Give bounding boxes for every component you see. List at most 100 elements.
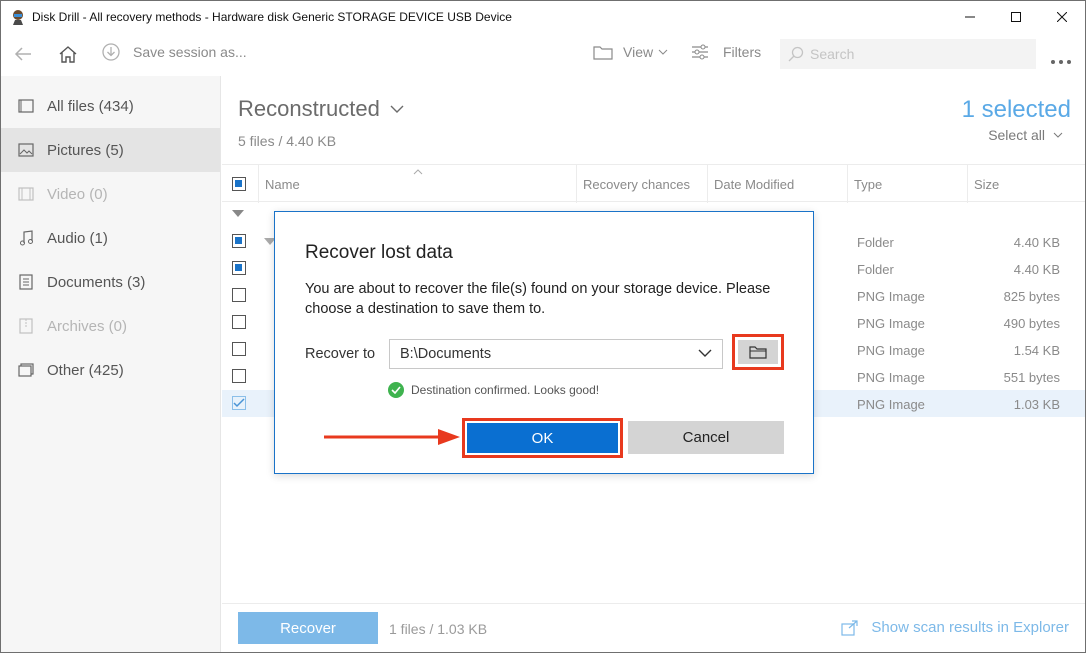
title-bar: Disk Drill - All recovery methods - Hard… <box>1 1 1085 32</box>
disk-drill-window: Disk Drill - All recovery methods - Hard… <box>0 0 1086 653</box>
search-box <box>780 39 1036 69</box>
browse-folder-button[interactable] <box>738 340 778 364</box>
row-checkbox[interactable] <box>232 342 246 356</box>
pictures-icon <box>17 141 35 159</box>
all-files-icon <box>17 97 35 115</box>
row-checkbox[interactable] <box>232 261 246 275</box>
filters-label: Filters <box>723 44 762 60</box>
sidebar-item-label: Archives (0) <box>47 317 128 335</box>
download-icon <box>102 43 120 61</box>
annotation-arrow-icon <box>324 429 460 445</box>
check-circle-icon <box>388 382 404 398</box>
row-checkbox[interactable] <box>232 369 246 383</box>
back-arrow-icon <box>14 47 31 61</box>
show-in-explorer-link[interactable]: Show scan results in Explorer <box>841 619 1069 636</box>
dialog-message: You are about to recover the file(s) fou… <box>305 281 771 317</box>
cell-type: PNG Image <box>857 289 925 304</box>
sidebar-item-all-files[interactable]: All files (434) <box>1 84 220 128</box>
folder-icon <box>749 346 767 359</box>
sidebar-item-label: Audio (1) <box>47 229 108 247</box>
recover-button[interactable]: Recover <box>238 612 378 644</box>
minimize-button[interactable] <box>947 1 993 32</box>
row-checkbox[interactable] <box>232 315 246 329</box>
row-checkbox[interactable] <box>232 288 246 302</box>
cell-size: 4.40 KB <box>1013 235 1060 250</box>
audio-icon <box>17 229 35 247</box>
files-summary: 5 files / 4.40 KB <box>238 133 337 149</box>
back-button[interactable] <box>11 42 35 66</box>
cell-type: PNG Image <box>857 370 925 385</box>
sidebar-item-other[interactable]: Other (425) <box>1 348 220 392</box>
expand-triangle-icon <box>232 210 244 217</box>
cell-size: 490 bytes <box>1003 316 1060 331</box>
cell-type: Folder <box>857 262 894 277</box>
view-title-dropdown[interactable]: Reconstructed <box>238 96 404 122</box>
chevron-down-icon <box>658 49 668 55</box>
other-icon <box>17 361 35 379</box>
cell-size: 1.03 KB <box>1013 397 1060 412</box>
sidebar-item-label: Documents (3) <box>47 273 146 291</box>
cell-size: 551 bytes <box>1003 370 1060 385</box>
toolbar: Save session as... View Filters <box>1 32 1085 76</box>
confirm-text: Destination confirmed. Looks good! <box>411 383 600 397</box>
sidebar-item-video[interactable]: Video (0) <box>1 172 220 216</box>
maximize-icon <box>1011 11 1021 22</box>
app-logo-icon <box>13 9 23 25</box>
save-session-button[interactable]: Save session as... <box>101 42 247 62</box>
video-icon <box>17 185 35 203</box>
archives-icon <box>17 317 35 335</box>
filters-button[interactable]: Filters <box>691 44 761 60</box>
close-button[interactable] <box>1039 1 1085 32</box>
sidebar-item-audio[interactable]: Audio (1) <box>1 216 220 260</box>
minimize-icon <box>965 16 975 17</box>
row-checkbox[interactable] <box>232 234 246 248</box>
view-label: View <box>623 44 654 60</box>
cell-type: PNG Image <box>857 343 925 358</box>
cell-size: 1.54 KB <box>1013 343 1060 358</box>
view-dropdown[interactable]: View <box>593 44 668 60</box>
window-title: Disk Drill - All recovery methods - Hard… <box>32 9 512 24</box>
search-input[interactable] <box>810 46 1030 62</box>
folder-view-icon <box>593 46 613 60</box>
row-checkbox[interactable] <box>232 396 246 410</box>
cancel-button[interactable]: Cancel <box>628 421 784 454</box>
save-session-label: Save session as... <box>133 44 247 60</box>
search-icon <box>788 46 804 62</box>
sidebar-item-label: Pictures (5) <box>47 141 124 159</box>
column-size[interactable]: Size <box>967 165 1085 203</box>
close-icon <box>1057 11 1067 22</box>
filters-icon <box>692 44 708 60</box>
sidebar-item-label: Other (425) <box>47 361 124 379</box>
checkmark-icon <box>233 398 245 408</box>
cell-type: PNG Image <box>857 316 925 331</box>
select-all-dropdown[interactable]: Select all <box>988 127 1063 143</box>
column-type[interactable]: Type <box>847 165 967 203</box>
sidebar: All files (434) Pictures (5) Video (0) A… <box>1 76 221 652</box>
home-button[interactable] <box>56 42 80 66</box>
column-recovery-chances[interactable]: Recovery chances <box>576 165 707 203</box>
page-title: Reconstructed <box>238 96 380 121</box>
chevron-down-icon <box>390 105 404 113</box>
cell-size: 825 bytes <box>1003 289 1060 304</box>
ok-highlight: OK <box>462 418 623 458</box>
cell-size: 4.40 KB <box>1013 262 1060 277</box>
documents-icon <box>17 273 35 291</box>
home-icon <box>59 46 77 63</box>
sidebar-item-pictures[interactable]: Pictures (5) <box>1 128 220 172</box>
browse-highlight <box>732 334 784 370</box>
sidebar-item-archives[interactable]: Archives (0) <box>1 304 220 348</box>
more-dots-icon <box>1051 60 1071 64</box>
destination-select[interactable]: B:\Documents <box>389 339 723 369</box>
sidebar-item-documents[interactable]: Documents (3) <box>1 260 220 304</box>
more-options-button[interactable] <box>1049 52 1073 70</box>
cell-type: PNG Image <box>857 397 925 412</box>
show-in-explorer-label: Show scan results in Explorer <box>871 619 1069 636</box>
selection-summary: 1 files / 1.03 KB <box>389 621 488 637</box>
dialog-title: Recover lost data <box>305 242 453 263</box>
column-date-modified[interactable]: Date Modified <box>707 165 847 203</box>
header-checkbox[interactable] <box>232 177 246 191</box>
maximize-button[interactable] <box>993 1 1039 32</box>
sidebar-item-label: All files (434) <box>47 97 134 115</box>
selected-count: 1 selected <box>961 96 1071 123</box>
ok-button[interactable]: OK <box>467 423 618 453</box>
